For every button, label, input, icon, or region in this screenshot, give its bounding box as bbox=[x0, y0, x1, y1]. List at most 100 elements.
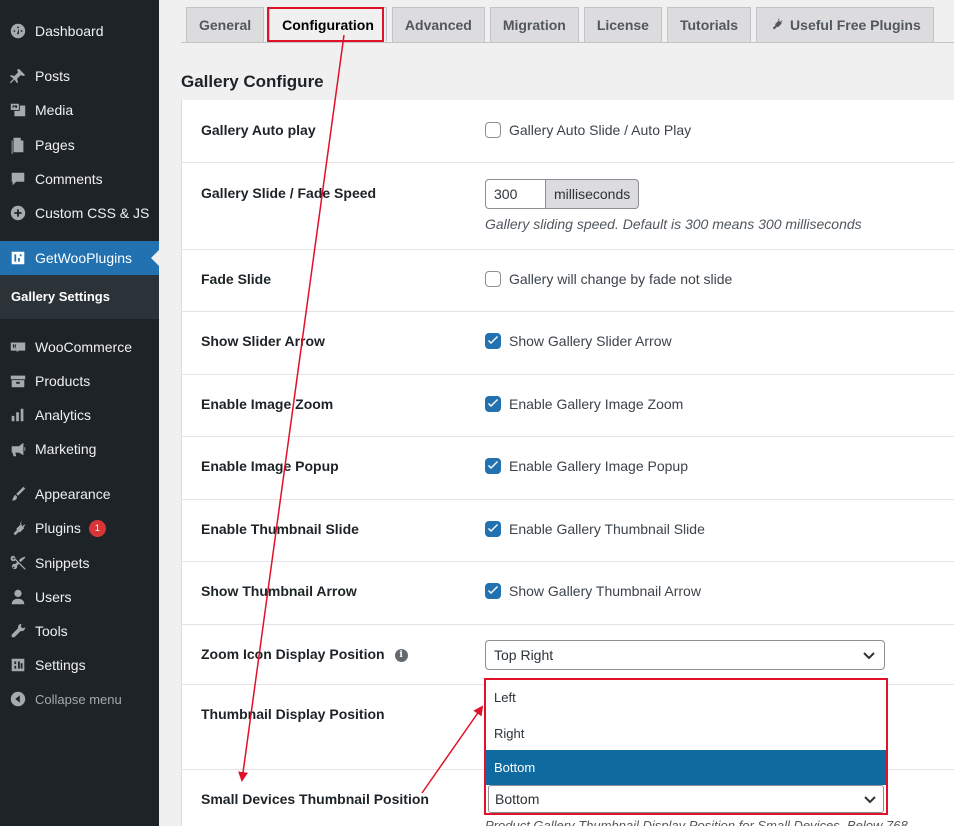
plus-circle-icon bbox=[0, 204, 35, 222]
sidebar-item-snippets[interactable]: Snippets bbox=[0, 546, 159, 580]
small-device-position-select[interactable]: Bottom bbox=[488, 785, 884, 813]
collapse-menu-button[interactable]: Collapse menu bbox=[0, 682, 159, 716]
tab-advanced[interactable]: Advanced bbox=[391, 7, 485, 42]
chevron-down-icon bbox=[864, 796, 876, 804]
checkmark-icon bbox=[488, 524, 498, 532]
sidebar-item-label: Products bbox=[35, 373, 91, 389]
dropdown-option-left[interactable]: Left bbox=[486, 680, 886, 715]
checkmark-icon bbox=[488, 586, 498, 594]
section-title: Gallery Configure bbox=[181, 72, 324, 91]
select-value: Bottom bbox=[495, 791, 540, 807]
pages-icon bbox=[0, 136, 35, 154]
checkbox-box[interactable] bbox=[485, 271, 501, 287]
thumbnail-position-dropdown: Left Right Bottom Bottom bbox=[484, 678, 888, 815]
tab-useful-free-plugins[interactable]: Useful Free Plugins bbox=[756, 7, 934, 42]
sidebar-item-dashboard[interactable]: Dashboard bbox=[0, 14, 159, 48]
dropdown-option-bottom[interactable]: Bottom bbox=[486, 750, 886, 785]
small-device-description: Product Gallery Thumbnail Display Positi… bbox=[485, 818, 908, 826]
pin-icon bbox=[0, 67, 35, 85]
sidebar-item-label: Collapse menu bbox=[35, 691, 122, 707]
row-thumbnail-arrow: Show Thumbnail Arrow Show Gallery Thumbn… bbox=[181, 562, 954, 625]
checkbox-box[interactable] bbox=[485, 521, 501, 537]
checkbox-box[interactable] bbox=[485, 458, 501, 474]
sidebar-item-analytics[interactable]: Analytics bbox=[0, 398, 159, 432]
plug-icon bbox=[0, 519, 35, 537]
tabs-divider bbox=[181, 42, 954, 43]
sidebar-item-label: Posts bbox=[35, 68, 71, 84]
zoom-position-select[interactable]: Top Right bbox=[485, 640, 885, 670]
sidebar-item-custom-css-js[interactable]: Custom CSS & JS bbox=[0, 196, 159, 230]
sidebar-item-label: Snippets bbox=[35, 555, 90, 571]
checkbox-label: Gallery will change by fade not slide bbox=[509, 271, 733, 287]
sidebar-item-label: Marketing bbox=[35, 441, 97, 457]
row-thumbnail-slide: Enable Thumbnail Slide Enable Gallery Th… bbox=[181, 500, 954, 562]
plug-icon bbox=[769, 16, 790, 34]
row-label: Zoom Icon Display Position i bbox=[201, 646, 408, 662]
info-icon[interactable]: i bbox=[394, 648, 408, 662]
sidebar-item-posts[interactable]: Posts bbox=[0, 59, 159, 93]
sidebar-item-label: Appearance bbox=[35, 486, 111, 502]
sidebar-item-media[interactable]: Media bbox=[0, 93, 159, 127]
sidebar-item-label: Pages bbox=[35, 137, 75, 153]
checkbox-box[interactable] bbox=[485, 333, 501, 349]
speed-description: Gallery sliding speed. Default is 300 me… bbox=[485, 216, 862, 232]
speed-input-group: 300 milliseconds bbox=[485, 179, 640, 209]
row-label: Enable Image Zoom bbox=[201, 396, 334, 412]
auto-play-checkbox[interactable]: Gallery Auto Slide / Auto Play bbox=[485, 122, 691, 138]
zoom-position-select-wrap: Top Right bbox=[485, 640, 885, 670]
image-zoom-checkbox[interactable]: Enable Gallery Image Zoom bbox=[485, 396, 683, 412]
tab-general[interactable]: General bbox=[186, 7, 265, 42]
slider-arrow-checkbox[interactable]: Show Gallery Slider Arrow bbox=[485, 333, 672, 349]
tab-license[interactable]: License bbox=[583, 7, 662, 42]
wrench-icon bbox=[0, 622, 35, 640]
sidebar-item-getwooplugins[interactable]: GetWooPlugins bbox=[0, 241, 159, 275]
sidebar-item-appearance[interactable]: Appearance bbox=[0, 477, 159, 511]
sidebar-item-label: Plugins bbox=[35, 520, 81, 536]
row-label: Fade Slide bbox=[201, 271, 272, 287]
tab-migration[interactable]: Migration bbox=[489, 7, 579, 42]
plugins-update-badge: 1 bbox=[88, 519, 106, 537]
sidebar-item-products[interactable]: Products bbox=[0, 364, 159, 398]
tab-label: Useful Free Plugins bbox=[790, 17, 921, 33]
sidebar-item-pages[interactable]: Pages bbox=[0, 128, 159, 162]
chevron-down-icon bbox=[863, 652, 875, 660]
row-label: Thumbnail Display Position bbox=[201, 706, 385, 722]
thumbnail-arrow-checkbox[interactable]: Show Gallery Thumbnail Arrow bbox=[485, 583, 701, 599]
sidebar-item-woocommerce[interactable]: WooCommerce bbox=[0, 330, 159, 364]
checkbox-box[interactable] bbox=[485, 122, 501, 138]
settings-icon bbox=[0, 656, 35, 674]
checkbox-label: Gallery Auto Slide / Auto Play bbox=[509, 122, 692, 138]
media-icon bbox=[0, 101, 35, 119]
row-label: Enable Thumbnail Slide bbox=[201, 521, 359, 537]
thumbnail-slide-checkbox[interactable]: Enable Gallery Thumbnail Slide bbox=[485, 521, 705, 537]
checkmark-icon bbox=[488, 461, 498, 469]
checkbox-label: Show Gallery Thumbnail Arrow bbox=[509, 583, 701, 599]
scissors-icon bbox=[0, 554, 35, 572]
row-label: Enable Image Popup bbox=[201, 458, 339, 474]
checkbox-box[interactable] bbox=[485, 583, 501, 599]
sidebar-item-comments[interactable]: Comments bbox=[0, 162, 159, 196]
row-image-popup: Enable Image Popup Enable Gallery Image … bbox=[181, 437, 954, 500]
tab-tutorials[interactable]: Tutorials bbox=[666, 7, 752, 42]
dropdown-option-right[interactable]: Right bbox=[486, 716, 886, 751]
sidebar-item-label: Media bbox=[35, 102, 74, 118]
speed-input[interactable]: 300 bbox=[485, 179, 546, 209]
checkbox-label: Show Gallery Slider Arrow bbox=[509, 333, 672, 349]
user-icon bbox=[0, 588, 35, 606]
sidebar-item-tools[interactable]: Tools bbox=[0, 614, 159, 648]
sidebar-item-settings[interactable]: Settings bbox=[0, 648, 159, 682]
sidebar-subitem-gallery-settings[interactable]: Gallery Settings bbox=[11, 289, 110, 304]
sidebar-item-label: Analytics bbox=[35, 407, 92, 423]
comments-icon bbox=[0, 170, 35, 188]
sidebar-item-marketing[interactable]: Marketing bbox=[0, 432, 159, 466]
image-popup-checkbox[interactable]: Enable Gallery Image Popup bbox=[485, 458, 688, 474]
dashboard-icon bbox=[0, 22, 35, 40]
sidebar-item-users[interactable]: Users bbox=[0, 580, 159, 614]
analytics-icon bbox=[0, 406, 35, 424]
sidebar-item-label: Users bbox=[35, 589, 72, 605]
checkbox-box[interactable] bbox=[485, 396, 501, 412]
fade-slide-checkbox[interactable]: Gallery will change by fade not slide bbox=[485, 271, 732, 287]
sidebar-item-label: Comments bbox=[35, 171, 103, 187]
sidebar-item-plugins[interactable]: Plugins 1 bbox=[0, 511, 159, 545]
annotation-highlight-tab bbox=[267, 7, 384, 42]
